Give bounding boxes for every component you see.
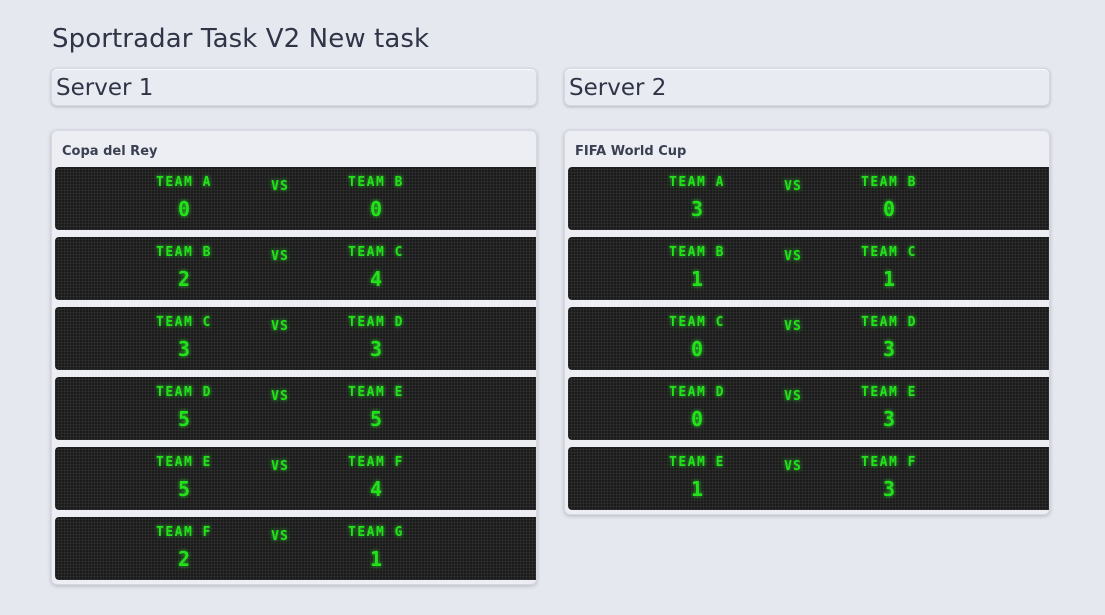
vs-label: VS xyxy=(271,319,289,334)
away-team-name: TEAM C xyxy=(861,245,917,260)
match-scoreboard: TEAM F VS TEAM G 2 1 xyxy=(55,517,536,580)
match-scoreboard: TEAM A VS TEAM B 0 0 xyxy=(55,167,536,230)
server-column-1: Server 1 Copa del Rey TEAM A VS TEAM B 0… xyxy=(51,68,537,585)
match-scoreboard: TEAM E VS TEAM F 5 4 xyxy=(55,447,536,510)
away-team-name: TEAM B xyxy=(348,175,404,190)
vs-label: VS xyxy=(271,249,289,264)
home-team-name: TEAM D xyxy=(669,385,725,400)
match-scoreboard: TEAM C VS TEAM D 0 3 xyxy=(568,307,1049,370)
away-team-name: TEAM D xyxy=(861,315,917,330)
vs-label: VS xyxy=(784,319,802,334)
match-list: TEAM A VS TEAM B 3 0 TEAM B VS TEAM C 1 … xyxy=(565,167,1049,510)
away-score: 3 xyxy=(882,477,896,501)
match-list: TEAM A VS TEAM B 0 0 TEAM B VS TEAM C 2 … xyxy=(52,167,536,580)
away-team-name: TEAM C xyxy=(348,245,404,260)
away-team-name: TEAM F xyxy=(861,455,917,470)
home-team-name: TEAM B xyxy=(669,245,725,260)
home-team-name: TEAM E xyxy=(156,455,212,470)
away-score: 0 xyxy=(369,197,383,221)
away-score: 5 xyxy=(369,407,383,431)
away-score: 3 xyxy=(882,337,896,361)
server-column-2: Server 2 FIFA World Cup TEAM A VS TEAM B… xyxy=(564,68,1050,515)
away-score: 3 xyxy=(882,407,896,431)
away-score: 1 xyxy=(369,547,383,571)
tournament-card: Copa del Rey TEAM A VS TEAM B 0 0 TEAM B… xyxy=(51,130,537,585)
server-header: Server 2 xyxy=(564,68,1050,106)
server-header: Server 1 xyxy=(51,68,537,106)
home-team-name: TEAM F xyxy=(156,525,212,540)
match-scoreboard: TEAM B VS TEAM C 2 4 xyxy=(55,237,536,300)
home-team-name: TEAM C xyxy=(156,315,212,330)
away-score: 4 xyxy=(369,477,383,501)
away-team-name: TEAM G xyxy=(348,525,404,540)
home-score: 1 xyxy=(690,267,704,291)
away-score: 3 xyxy=(369,337,383,361)
tournament-card: FIFA World Cup TEAM A VS TEAM B 3 0 TEAM… xyxy=(564,130,1050,515)
home-team-name: TEAM D xyxy=(156,385,212,400)
match-scoreboard: TEAM D VS TEAM E 5 5 xyxy=(55,377,536,440)
home-team-name: TEAM E xyxy=(669,455,725,470)
match-scoreboard: TEAM C VS TEAM D 3 3 xyxy=(55,307,536,370)
away-score: 4 xyxy=(369,267,383,291)
tournament-name: FIFA World Cup xyxy=(575,144,687,159)
page-title: Sportradar Task V2 New task xyxy=(52,24,430,54)
away-team-name: TEAM B xyxy=(861,175,917,190)
away-score: 0 xyxy=(882,197,896,221)
away-team-name: TEAM E xyxy=(861,385,917,400)
vs-label: VS xyxy=(784,179,802,194)
home-score: 5 xyxy=(177,477,191,501)
away-score: 1 xyxy=(882,267,896,291)
home-team-name: TEAM A xyxy=(156,175,212,190)
tournament-name: Copa del Rey xyxy=(62,144,158,159)
vs-label: VS xyxy=(271,179,289,194)
vs-label: VS xyxy=(271,529,289,544)
away-team-name: TEAM F xyxy=(348,455,404,470)
match-scoreboard: TEAM A VS TEAM B 3 0 xyxy=(568,167,1049,230)
home-team-name: TEAM A xyxy=(669,175,725,190)
match-scoreboard: TEAM D VS TEAM E 0 3 xyxy=(568,377,1049,440)
home-score: 2 xyxy=(177,547,191,571)
home-score: 3 xyxy=(177,337,191,361)
home-score: 5 xyxy=(177,407,191,431)
vs-label: VS xyxy=(784,459,802,474)
home-score: 1 xyxy=(690,477,704,501)
match-scoreboard: TEAM E VS TEAM F 1 3 xyxy=(568,447,1049,510)
vs-label: VS xyxy=(271,389,289,404)
vs-label: VS xyxy=(271,459,289,474)
home-score: 0 xyxy=(690,337,704,361)
home-score: 0 xyxy=(177,197,191,221)
vs-label: VS xyxy=(784,249,802,264)
home-score: 2 xyxy=(177,267,191,291)
home-team-name: TEAM C xyxy=(669,315,725,330)
away-team-name: TEAM D xyxy=(348,315,404,330)
away-team-name: TEAM E xyxy=(348,385,404,400)
match-scoreboard: TEAM B VS TEAM C 1 1 xyxy=(568,237,1049,300)
home-team-name: TEAM B xyxy=(156,245,212,260)
home-score: 3 xyxy=(690,197,704,221)
home-score: 0 xyxy=(690,407,704,431)
vs-label: VS xyxy=(784,389,802,404)
